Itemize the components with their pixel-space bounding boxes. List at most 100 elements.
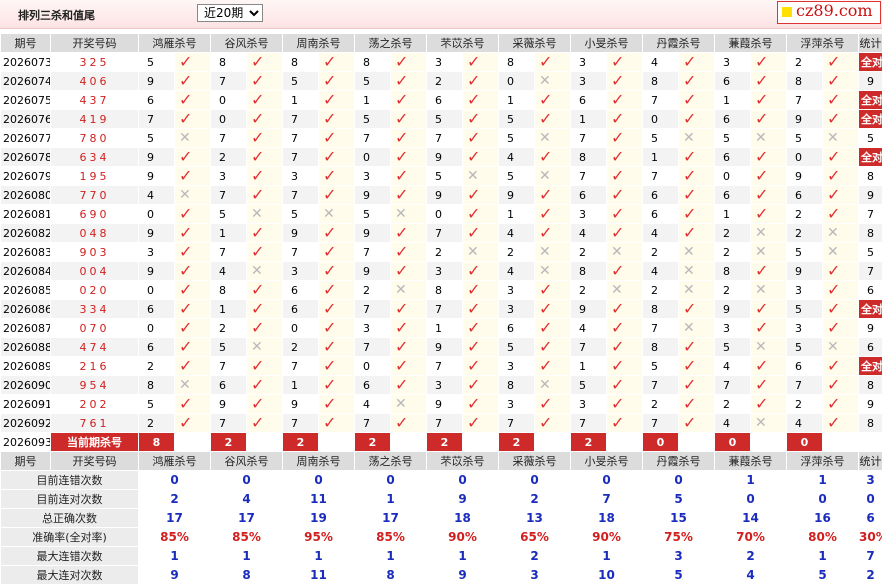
period-select[interactable]: 近20期: [197, 4, 263, 22]
kill-number: 2: [715, 281, 751, 300]
result-right: ✓: [391, 167, 427, 186]
result-right: ✓: [463, 281, 499, 300]
kill-number: 9: [139, 72, 175, 91]
cross-icon: ✕: [463, 244, 479, 260]
check-icon: ✓: [823, 395, 840, 414]
check-icon: ✓: [535, 414, 552, 433]
table-row: 20260892162✓7✓7✓0✓7✓3✓1✓5✓4✓6✓全对: [1, 357, 882, 376]
result-right: ✓: [463, 53, 499, 72]
kill-number: 9: [355, 262, 391, 281]
result-right: ✓: [175, 338, 211, 357]
kill-number: 1: [355, 91, 391, 110]
cross-icon: ✕: [607, 282, 623, 298]
result-right: ✓: [679, 53, 715, 72]
summary-value: 1: [787, 471, 859, 490]
result-right: ✓: [391, 129, 427, 148]
check-icon: ✓: [607, 338, 624, 357]
summary-value: 0: [859, 490, 882, 509]
result-wrong: ✕: [679, 319, 715, 338]
col-header-method: 荡之杀号: [355, 452, 427, 471]
result-right: ✓: [391, 262, 427, 281]
result-right: ✓: [391, 148, 427, 167]
result-right: ✓: [823, 167, 859, 186]
check-icon: ✓: [535, 110, 552, 129]
summary-row: 目前连错次数00000000113: [1, 471, 882, 490]
top-bar: 排列三杀和值尾 近20期 cz89.com: [0, 0, 882, 29]
col-header-method: 谷风杀号: [211, 34, 283, 53]
row-stat: 全对: [859, 110, 882, 129]
result-wrong: ✕: [319, 205, 355, 224]
result-right: ✓: [247, 167, 283, 186]
summary-label: 准确率(全对率): [1, 528, 139, 547]
summary-value: 0: [283, 471, 355, 490]
check-icon: ✓: [679, 414, 696, 433]
cross-icon: ✕: [319, 206, 335, 222]
check-icon: ✓: [679, 395, 696, 414]
row-stat: 全对: [859, 148, 882, 167]
result-right: ✓: [247, 186, 283, 205]
kill-number: 3: [355, 319, 391, 338]
site-logo[interactable]: cz89.com: [777, 1, 881, 24]
result-wrong: ✕: [391, 281, 427, 300]
kill-number: 1: [427, 319, 463, 338]
kill-number: 0: [139, 281, 175, 300]
kill-number: 8: [427, 281, 463, 300]
check-icon: ✓: [175, 395, 192, 414]
summary-value: 11: [283, 490, 355, 509]
logo-square-icon: [782, 7, 792, 17]
kill-number: 5: [139, 395, 175, 414]
result-right: ✓: [679, 167, 715, 186]
check-icon: ✓: [175, 281, 192, 300]
result-right: ✓: [823, 53, 859, 72]
kill-number: 1: [715, 205, 751, 224]
result-right: ✓: [463, 357, 499, 376]
result-wrong: ✕: [535, 243, 571, 262]
issue-number: 2026078: [1, 148, 51, 167]
result-right: ✓: [751, 319, 787, 338]
kill-number: 2: [211, 148, 247, 167]
kill-number: 8: [211, 53, 247, 72]
kill-number: 5: [499, 338, 535, 357]
check-icon: ✓: [247, 395, 264, 414]
result-right: ✓: [391, 414, 427, 433]
check-icon: ✓: [463, 300, 480, 319]
check-icon: ✓: [751, 395, 768, 414]
result-wrong: ✕: [607, 243, 643, 262]
kill-number: 7: [499, 414, 535, 433]
result-right: ✓: [535, 148, 571, 167]
kill-number: 1: [571, 357, 607, 376]
check-icon: ✓: [463, 414, 480, 433]
kill-number: 6: [427, 91, 463, 110]
result-right: ✓: [751, 167, 787, 186]
kill-number: 7: [571, 167, 607, 186]
cross-icon: ✕: [535, 244, 551, 260]
draw-number: 419: [51, 110, 139, 129]
current-kill-number: 2: [283, 433, 319, 452]
result-wrong: ✕: [607, 281, 643, 300]
kill-number: 3: [211, 167, 247, 186]
check-icon: ✓: [247, 129, 264, 148]
summary-value: 2: [715, 547, 787, 566]
all-right-badge: 全对: [859, 148, 882, 166]
result-right: ✓: [463, 224, 499, 243]
table-row: 20260754376✓0✓1✓1✓6✓1✓6✓7✓1✓7✓全对: [1, 91, 882, 110]
check-icon: ✓: [535, 357, 552, 376]
result-right: ✓: [535, 300, 571, 319]
summary-value: 1: [715, 471, 787, 490]
result-right: ✓: [175, 262, 211, 281]
check-icon: ✓: [175, 243, 192, 262]
kill-number: 7: [427, 224, 463, 243]
stat-value: 8: [867, 417, 874, 430]
result-wrong: ✕: [751, 281, 787, 300]
result-right: ✓: [319, 281, 355, 300]
result-right: ✓: [823, 186, 859, 205]
result-wrong: ✕: [535, 376, 571, 395]
result-right: ✓: [319, 167, 355, 186]
check-icon: ✓: [607, 262, 624, 281]
check-icon: ✓: [319, 281, 336, 300]
cross-icon: ✕: [175, 377, 191, 393]
kill-number: 2: [715, 224, 751, 243]
check-icon: ✓: [247, 72, 264, 91]
kill-number: 8: [211, 281, 247, 300]
check-icon: ✓: [463, 129, 480, 148]
